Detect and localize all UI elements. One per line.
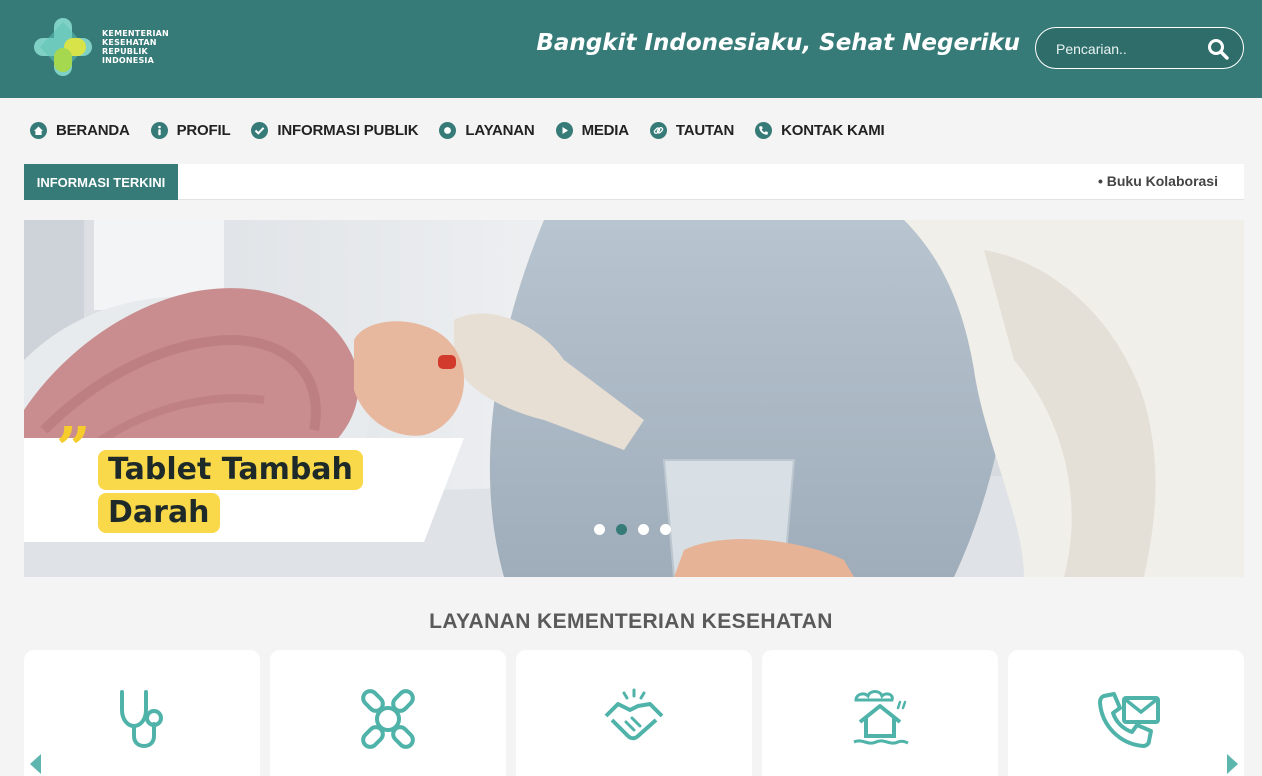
ticker-label: INFORMASI TERKINI [24, 164, 178, 200]
search-icon[interactable] [1207, 38, 1229, 60]
nav-item-label: PROFIL [176, 121, 231, 139]
service-card[interactable] [24, 650, 260, 776]
site-header: KEMENTERIAN KESEHATAN REPUBLIK INDONESIA… [0, 0, 1262, 98]
ministry-logo[interactable]: KEMENTERIAN KESEHATAN REPUBLIK INDONESIA [32, 14, 192, 80]
hero-title-line: Tablet Tambah [98, 450, 363, 490]
ministry-name-line: REPUBLIK [102, 47, 148, 56]
nav-item-beranda[interactable]: BERANDA [30, 121, 130, 139]
nav-item-label: MEDIA [581, 121, 630, 139]
home-icon [30, 121, 47, 139]
nav-item-label: KONTAK KAMI [781, 121, 885, 139]
service-card[interactable] [270, 650, 506, 776]
stethoscope-icon [120, 690, 163, 749]
hero-title-line: Darah [98, 493, 220, 533]
nav-item-tautan[interactable]: TAUTAN [649, 121, 735, 139]
ministry-name: KEMENTERIAN KESEHATAN REPUBLIK INDONESIA [102, 29, 169, 65]
ministry-name-line: KESEHATAN [102, 38, 157, 47]
circle-icon [439, 121, 457, 139]
search-box [1035, 27, 1244, 69]
ministry-name-line: KEMENTERIAN [102, 29, 169, 38]
nav-item-informasi-publik[interactable]: INFORMASI PUBLIK [251, 121, 419, 139]
hero-title: Tablet Tambah Darah [98, 450, 363, 536]
slider-dot[interactable] [660, 524, 671, 535]
slider-dot[interactable] [638, 524, 649, 535]
info-icon [150, 121, 168, 139]
nav-item-label: INFORMASI PUBLIK [277, 121, 419, 139]
page: KEMENTERIAN KESEHATAN REPUBLIK INDONESIA… [0, 0, 1262, 776]
contact-mail-icon [1098, 692, 1160, 748]
service-card[interactable] [762, 650, 998, 776]
ticker-item[interactable]: • Buku Kolaborasi [1098, 173, 1218, 189]
nav-item-media[interactable]: MEDIA [555, 121, 630, 139]
section-title: LAYANAN KEMENTERIAN KESEHATAN [429, 610, 833, 633]
vaccine-icon [361, 689, 415, 749]
slider-dot[interactable] [594, 524, 605, 535]
nav-item-layanan[interactable]: LAYANAN [439, 121, 535, 139]
news-ticker: INFORMASI TERKINI • Buku Kolaborasi [24, 164, 1244, 200]
hero-slider[interactable]: ” Tablet Tambah Darah [24, 220, 1244, 577]
nav-item-label: LAYANAN [465, 121, 535, 139]
search-input[interactable] [1056, 39, 1206, 59]
nav-item-label: BERANDA [56, 121, 130, 139]
play-icon [555, 121, 573, 139]
disaster-house-icon [853, 690, 909, 745]
phone-icon [755, 121, 773, 139]
service-cards [24, 650, 1244, 776]
service-card[interactable] [516, 650, 752, 776]
service-card[interactable] [1008, 650, 1244, 776]
main-nav: BERANDA PROFIL INFORMASI PUBLIK LAYANAN … [30, 118, 906, 142]
nav-item-label: TAUTAN [675, 121, 735, 139]
quote-mark: ” [56, 415, 91, 485]
carousel-prev-arrow-icon[interactable] [30, 754, 41, 774]
nav-item-kontak-kami[interactable]: KONTAK KAMI [755, 121, 885, 139]
slider-dots [594, 524, 682, 535]
handshake-icon [604, 688, 664, 741]
carousel-next-arrow-icon[interactable] [1227, 754, 1238, 774]
site-tagline: Bangkit Indonesiaku, Sehat Negeriku [536, 30, 1020, 56]
slider-dot-active[interactable] [616, 524, 627, 535]
check-icon [251, 121, 269, 139]
ministry-logo-icon [34, 18, 92, 76]
ministry-name-line: INDONESIA [102, 56, 155, 65]
nav-item-profil[interactable]: PROFIL [150, 121, 231, 139]
link-icon [649, 121, 667, 139]
